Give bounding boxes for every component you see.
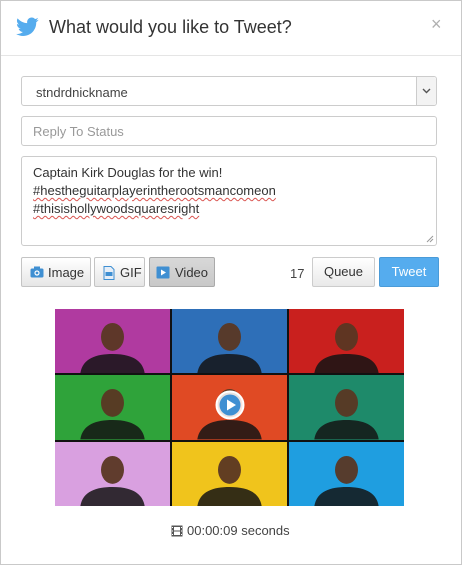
video-duration: 00:00:09 seconds <box>171 523 290 538</box>
video-thumbnail[interactable] <box>55 309 404 506</box>
gif-button-label: GIF <box>120 265 142 280</box>
video-frame-tile <box>55 441 170 506</box>
image-button-label: Image <box>48 265 85 280</box>
video-frame-tile <box>289 441 404 506</box>
select-arrow[interactable] <box>416 77 436 105</box>
person-silhouette-icon <box>80 322 145 374</box>
video-icon <box>156 266 170 279</box>
person-silhouette-icon <box>197 322 262 374</box>
queue-button[interactable]: Queue <box>312 257 375 287</box>
image-button[interactable]: Image <box>21 257 91 287</box>
film-icon <box>171 525 183 537</box>
video-frame-tile <box>55 375 170 440</box>
video-frame-tile <box>289 375 404 440</box>
video-frame-tile <box>172 309 287 374</box>
person-silhouette-icon <box>80 455 145 506</box>
video-button[interactable]: Video <box>149 257 215 287</box>
tweet-textarea[interactable]: Captain Kirk Douglas for the win! #hesth… <box>21 156 437 246</box>
video-duration-text: 00:00:09 seconds <box>187 523 290 538</box>
person-silhouette-icon <box>314 455 379 506</box>
tweet-hashtag-line: #thisishollywoodsquaresright <box>33 201 200 216</box>
twitter-bird-icon <box>16 17 39 37</box>
reply-to-status-input[interactable] <box>21 116 437 146</box>
gif-button[interactable]: GIF <box>94 257 145 287</box>
dialog-title: What would you like to Tweet? <box>49 17 292 37</box>
close-icon[interactable]: × <box>431 14 442 35</box>
tweet-text-line: Captain Kirk Douglas for the win! <box>33 165 223 180</box>
person-silhouette-icon <box>80 389 145 440</box>
dialog-header: What would you like to Tweet? × <box>1 1 461 56</box>
tweet-dialog: What would you like to Tweet? × stndrdni… <box>0 0 462 565</box>
person-silhouette-icon <box>314 389 379 440</box>
video-frame-tile <box>55 309 170 374</box>
play-icon[interactable] <box>215 390 245 420</box>
account-select[interactable]: stndrdnickname <box>21 76 437 106</box>
camera-icon <box>30 266 44 278</box>
video-button-label: Video <box>175 265 209 280</box>
character-count: 17 <box>290 266 305 281</box>
account-select-value: stndrdnickname <box>36 85 128 100</box>
video-frame-tile <box>172 441 287 506</box>
person-silhouette-icon <box>314 322 379 374</box>
chevron-down-icon <box>422 88 431 94</box>
person-silhouette-icon <box>197 455 262 506</box>
tweet-button[interactable]: Tweet <box>379 257 439 287</box>
tweet-hashtag-line: #hestheguitarplayerintherootsmancomeon <box>33 183 276 198</box>
resize-grip-icon[interactable] <box>426 235 434 243</box>
video-frame-tile <box>289 309 404 374</box>
gif-file-icon <box>103 266 115 280</box>
